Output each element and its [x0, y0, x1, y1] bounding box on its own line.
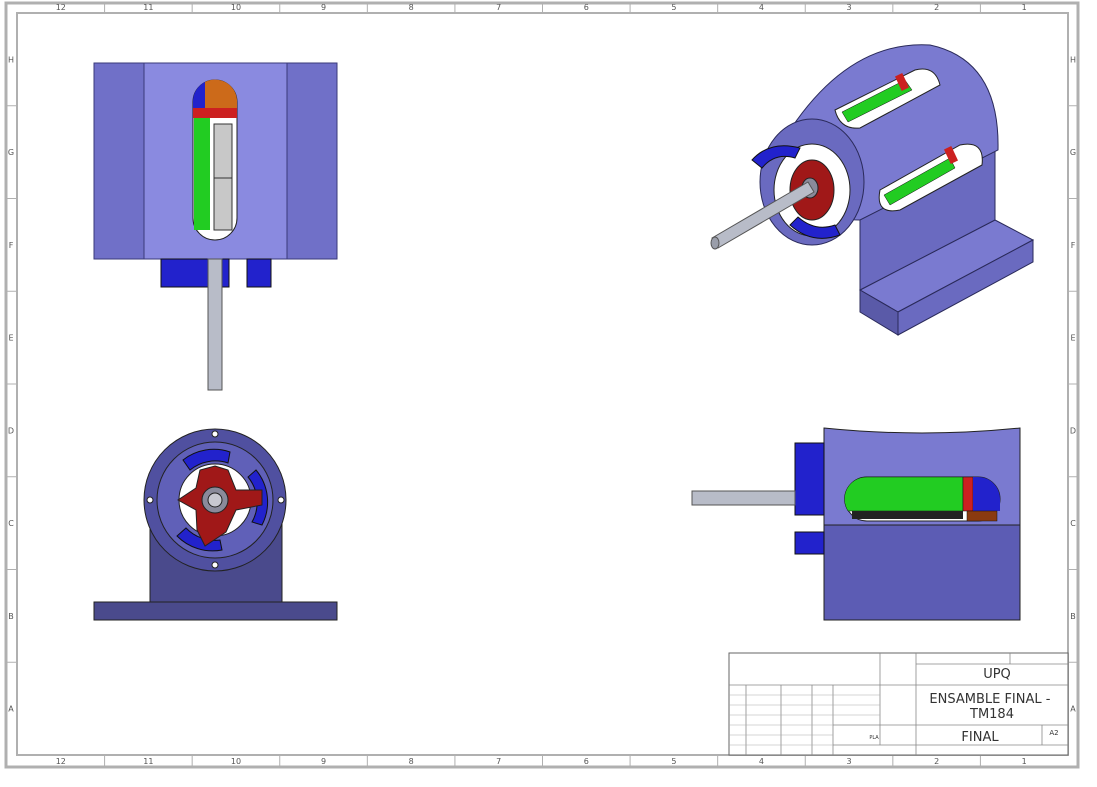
- zone-column-label: 4: [759, 3, 764, 12]
- zone-column-label: 3: [846, 757, 851, 766]
- zone-row-label: B: [8, 612, 14, 621]
- top-view-gray-block: [213, 123, 233, 231]
- side-view-brown-block: [966, 510, 998, 522]
- title-block: UPQ ENSAMBLE FINAL - TM184 FINAL A2 PLA: [728, 652, 1069, 756]
- drawing-title-line2: TM184: [969, 707, 1014, 722]
- front-view-bolt-right: [277, 496, 285, 504]
- zone-column-label: 3: [846, 3, 851, 12]
- zone-row-label: G: [1070, 148, 1076, 157]
- side-view-base: [823, 524, 1021, 621]
- material-label: PLA: [869, 735, 879, 741]
- top-view-tab-right: [246, 258, 272, 288]
- zone-column-label: 1: [1022, 757, 1027, 766]
- zone-column-label: 8: [409, 3, 414, 12]
- top-view-red-band: [193, 108, 237, 118]
- front-view-bolt-top: [211, 430, 219, 438]
- zone-column-label: 4: [759, 757, 764, 766]
- zone-column-label: 6: [584, 757, 589, 766]
- front-view-base: [93, 601, 338, 621]
- side-view-face-bottom: [794, 531, 825, 555]
- front-view-shaft: [207, 492, 223, 508]
- front-view-bolt-left: [146, 496, 154, 504]
- zone-column-label: 12: [56, 3, 66, 12]
- zone-column-label: 7: [496, 3, 501, 12]
- side-view-red-band: [962, 476, 974, 512]
- zone-column-label: 12: [56, 757, 66, 766]
- zone-row-label: B: [1070, 612, 1076, 621]
- zone-row-label: D: [8, 426, 14, 435]
- zone-row-label: A: [8, 705, 14, 714]
- zone-row-label: H: [1070, 55, 1076, 64]
- side-view-dark-strip: [852, 511, 963, 519]
- zone-column-label: 11: [143, 757, 153, 766]
- zone-column-label: 10: [231, 3, 241, 12]
- zone-column-label: 5: [671, 3, 676, 12]
- zone-column-label: 2: [934, 3, 939, 12]
- zone-row-label: C: [1070, 519, 1076, 528]
- zone-row-label: H: [8, 55, 14, 64]
- zone-row-label: E: [8, 334, 13, 343]
- zone-row-label: F: [9, 241, 14, 250]
- zone-column-label: 9: [321, 757, 326, 766]
- iso-shaft-end: [710, 236, 720, 250]
- zone-column-label: 1: [1022, 3, 1027, 12]
- drawing-title-line1: ENSAMBLE FINAL -: [929, 692, 1050, 707]
- zone-column-label: 6: [584, 3, 589, 12]
- side-view-face-top: [794, 442, 825, 516]
- top-view-shaft: [207, 258, 223, 391]
- zone-column-label: 5: [671, 757, 676, 766]
- revision-label: FINAL: [961, 730, 999, 745]
- zone-row-label: D: [1070, 426, 1076, 435]
- zone-row-label: C: [8, 519, 14, 528]
- top-view-green-strip: [194, 118, 210, 230]
- zone-row-label: E: [1070, 334, 1075, 343]
- zone-column-label: 2: [934, 757, 939, 766]
- zone-column-label: 10: [231, 757, 241, 766]
- side-view-shaft: [691, 490, 796, 506]
- zone-row-label: F: [1071, 241, 1076, 250]
- front-view-bolt-bottom: [211, 561, 219, 569]
- zone-column-label: 9: [321, 3, 326, 12]
- zone-column-label: 8: [409, 757, 414, 766]
- zone-row-label: G: [8, 148, 14, 157]
- zone-column-label: 7: [496, 757, 501, 766]
- company-name: UPQ: [983, 667, 1011, 682]
- sheet-size-label: A2: [1049, 729, 1058, 737]
- technical-drawing-sheet: 121211111010998877665544332211H HG GF FE ED D…: [4, 1, 1080, 769]
- side-view-green: [844, 476, 964, 512]
- zone-row-label: A: [1070, 705, 1076, 714]
- zone-column-label: 11: [143, 3, 153, 12]
